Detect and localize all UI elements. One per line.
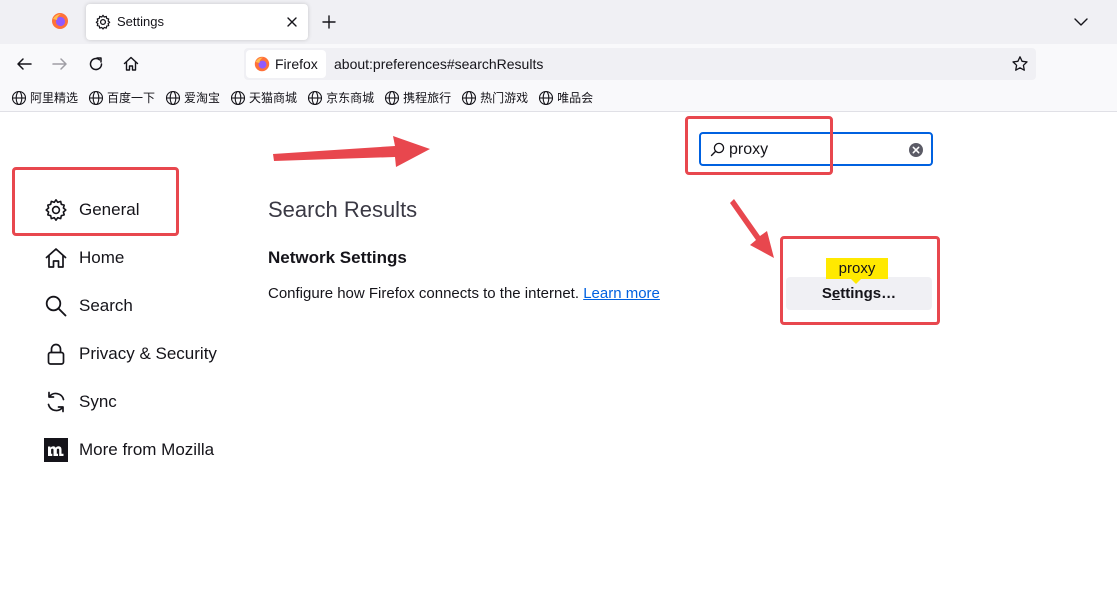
sidebar-item-label: Home bbox=[79, 248, 125, 267]
globe-icon bbox=[230, 90, 246, 105]
close-icon[interactable] bbox=[283, 13, 301, 31]
url-text[interactable]: about:preferences#searchResults bbox=[334, 56, 543, 72]
star-icon[interactable] bbox=[1011, 55, 1029, 73]
bookmarks-toolbar: 阿里精选 百度一下 爱淘宝 天猫商城 京东商城 携程旅行 热门游戏 唯品会 bbox=[0, 84, 1117, 112]
globe-icon bbox=[11, 90, 27, 105]
clear-icon[interactable] bbox=[908, 142, 924, 158]
section-description: Configure how Firefox connects to the in… bbox=[268, 285, 660, 302]
home-icon bbox=[45, 248, 67, 268]
sidebar-item-privacy-security[interactable]: Privacy & Security bbox=[44, 330, 244, 378]
tab-title: Settings bbox=[117, 14, 164, 29]
bookmark-label: 热门游戏 bbox=[480, 91, 529, 105]
bookmark-item[interactable]: 热门游戏 bbox=[461, 86, 528, 110]
mozilla-logo-icon bbox=[44, 438, 68, 462]
url-bar[interactable]: Firefox about:preferences#searchResults bbox=[244, 48, 1036, 80]
tab-strip: Settings bbox=[0, 0, 1117, 44]
description-text: Configure how Firefox connects to the in… bbox=[268, 285, 580, 302]
bookmark-label: 携程旅行 bbox=[403, 91, 452, 105]
firefox-view-icon[interactable] bbox=[51, 12, 69, 30]
bookmark-item[interactable]: 百度一下 bbox=[88, 86, 155, 110]
bookmark-item[interactable]: 唯品会 bbox=[538, 86, 593, 110]
globe-icon bbox=[462, 90, 477, 105]
lock-icon bbox=[47, 343, 65, 365]
chevron-down-icon[interactable] bbox=[1072, 13, 1090, 31]
identity-box[interactable]: Firefox bbox=[246, 50, 326, 78]
globe-icon bbox=[88, 90, 104, 105]
reload-icon[interactable] bbox=[87, 55, 105, 73]
forward-arrow-icon[interactable] bbox=[51, 55, 69, 73]
new-tab-icon[interactable] bbox=[320, 13, 338, 31]
sidebar-item-label: Privacy & Security bbox=[79, 344, 217, 363]
sync-icon bbox=[47, 391, 65, 413]
sidebar-item-search[interactable]: Search bbox=[44, 282, 244, 330]
page-title: Search Results bbox=[268, 197, 418, 222]
bookmark-label: 天猫商城 bbox=[249, 91, 298, 105]
bookmark-item[interactable]: 爱淘宝 bbox=[165, 86, 220, 110]
bookmark-item[interactable]: 京东商城 bbox=[307, 86, 374, 110]
back-arrow-icon[interactable] bbox=[15, 55, 33, 73]
sidebar-item-more-from-mozilla[interactable]: More from Mozilla bbox=[44, 426, 244, 474]
globe-icon bbox=[165, 90, 181, 105]
annotation-arrow-right bbox=[273, 136, 430, 167]
globe-icon bbox=[385, 90, 400, 105]
annotation-arrow-down bbox=[730, 199, 774, 258]
firefox-logo-icon bbox=[254, 56, 270, 72]
highlight-box-general bbox=[12, 167, 179, 236]
bookmark-item[interactable]: 阿里精选 bbox=[11, 86, 78, 110]
nav-bar: Firefox about:preferences#searchResults bbox=[0, 44, 1117, 84]
section-heading: Network Settings bbox=[268, 248, 407, 267]
bookmark-label: 百度一下 bbox=[107, 91, 156, 105]
home-icon[interactable] bbox=[122, 55, 140, 73]
highlight-box-settings bbox=[780, 236, 940, 325]
sidebar-item-label: Search bbox=[79, 296, 133, 315]
magnifier-icon bbox=[45, 295, 67, 317]
bookmark-item[interactable]: 携程旅行 bbox=[384, 86, 451, 110]
bookmark-item[interactable]: 天猫商城 bbox=[230, 86, 297, 110]
globe-icon bbox=[539, 90, 554, 105]
tab-settings[interactable]: Settings bbox=[86, 4, 308, 40]
identity-label: Firefox bbox=[275, 56, 318, 72]
sidebar-item-home[interactable]: Home bbox=[44, 234, 244, 282]
bookmark-label: 唯品会 bbox=[557, 91, 594, 105]
highlight-box-search bbox=[685, 116, 833, 175]
bookmark-label: 爱淘宝 bbox=[184, 91, 221, 105]
learn-more-link[interactable]: Learn more bbox=[583, 285, 660, 302]
gear-icon bbox=[95, 14, 111, 30]
sidebar-item-sync[interactable]: Sync bbox=[44, 378, 244, 426]
sidebar-item-label: More from Mozilla bbox=[79, 440, 215, 459]
sidebar-item-label: Sync bbox=[79, 392, 117, 411]
globe-icon bbox=[308, 90, 323, 105]
bookmark-label: 京东商城 bbox=[326, 91, 375, 105]
bookmark-label: 阿里精选 bbox=[30, 91, 79, 105]
